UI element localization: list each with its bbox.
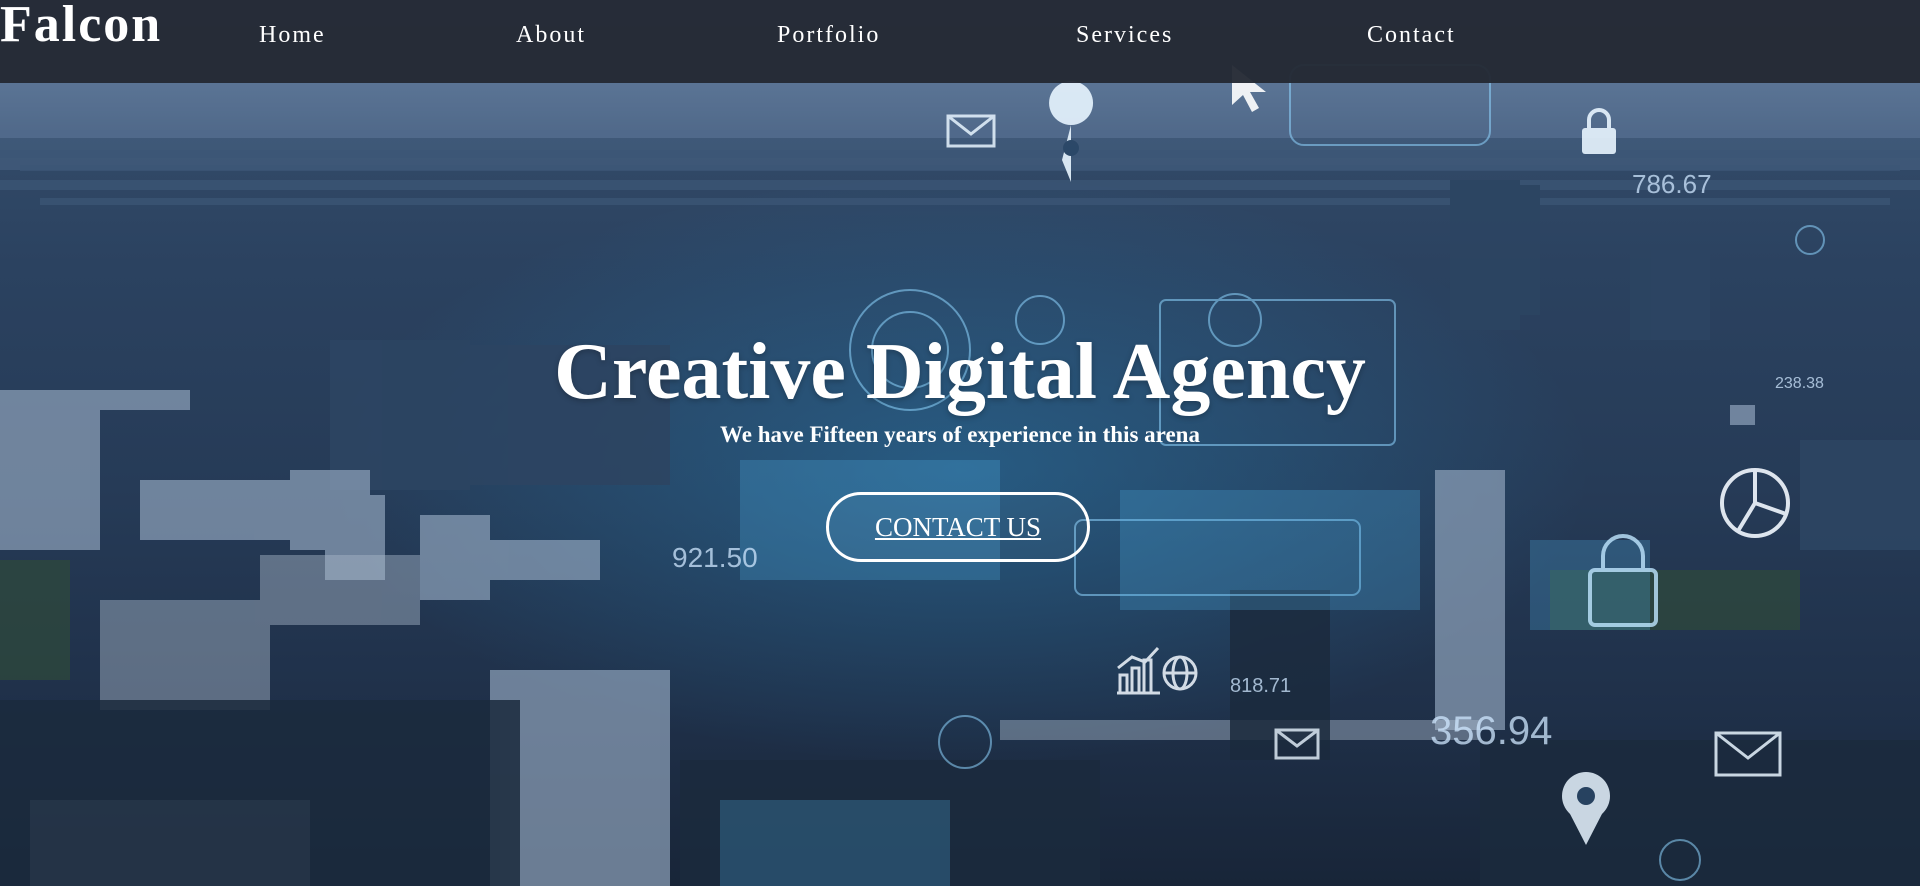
hero-subtitle: We have Fifteen years of experience in t…: [720, 422, 1200, 447]
navbar: Falcon Home About Portfolio Services Con…: [0, 0, 1920, 83]
page: 786.67 921.50 356.94 818.71 238.38 Falco…: [0, 0, 1920, 886]
nav-link-contact[interactable]: Contact: [1367, 22, 1456, 49]
nav-link-home[interactable]: Home: [259, 22, 326, 49]
nav-link-portfolio[interactable]: Portfolio: [777, 22, 880, 49]
contact-us-button[interactable]: CONTACT US: [826, 492, 1090, 562]
brand-logo[interactable]: Falcon: [0, 0, 162, 51]
hero-title: Creative Digital Agency: [554, 328, 1366, 416]
nav-link-about[interactable]: About: [516, 22, 586, 49]
nav-link-services[interactable]: Services: [1076, 22, 1173, 49]
hero-section: Creative Digital Agency We have Fifteen …: [0, 0, 1920, 886]
